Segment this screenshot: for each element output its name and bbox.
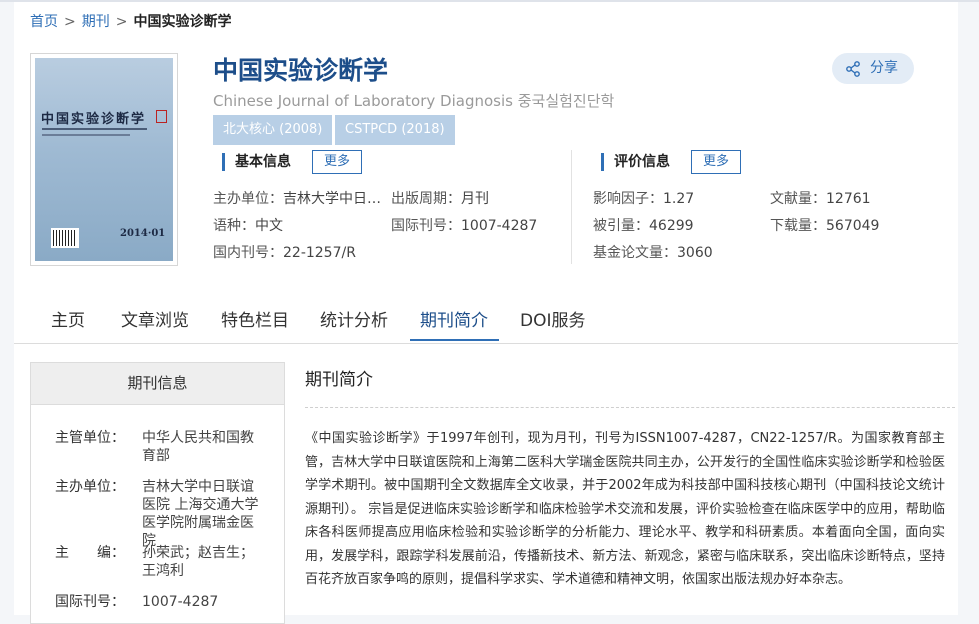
info-value: 吉林大学中日… xyxy=(283,191,381,207)
section-divider xyxy=(571,150,572,264)
info-language: 语种：中文 xyxy=(213,216,283,236)
section-bar xyxy=(222,153,225,171)
info-period: 出版周期：月刊 xyxy=(391,189,489,209)
info-value: 月刊 xyxy=(461,191,489,207)
share-icon xyxy=(846,61,860,77)
info-key: 主办单位： xyxy=(213,191,283,207)
info-value: 22-1257/R xyxy=(283,245,356,261)
badge-pku-core: 北大核心 (2008) xyxy=(213,115,333,145)
info-value: 12761 xyxy=(826,191,871,207)
cover-line xyxy=(42,134,130,136)
cover-stamp xyxy=(156,110,167,123)
cover-year: 2014·01 xyxy=(120,228,166,239)
info-citations: 被引量：46299 xyxy=(593,216,694,236)
intro-text: 《中国实验诊断学》于1997年创刊，现为月刊，刊号为ISSN1007-4287，… xyxy=(305,431,945,587)
basic-info-more-button[interactable]: 更多 xyxy=(312,150,362,174)
cover-line xyxy=(42,128,147,130)
info-doc-count: 文献量：12761 xyxy=(770,189,871,209)
active-tab-indicator xyxy=(410,339,499,341)
info-cn: 国内刊号：22-1257/R xyxy=(213,243,356,263)
info-key: 基金论文量： xyxy=(593,245,677,261)
info-key: 被引量： xyxy=(593,218,649,234)
info-funded-papers: 基金论文量：3060 xyxy=(593,243,713,263)
info-downloads: 下载量：567049 xyxy=(770,216,879,236)
tab-statistics[interactable]: 统计分析 xyxy=(320,309,388,333)
info-issn: 国际刊号：1007-4287 xyxy=(391,216,537,236)
breadcrumb-separator: > xyxy=(64,14,76,30)
info-key: 下载量： xyxy=(770,218,826,234)
page-container: 首页 > 期刊 > 中国实验诊断学 中国实验诊断学 2014·01 中国实验诊断学 Ch… xyxy=(14,2,958,624)
tab-featured[interactable]: 特色栏目 xyxy=(221,309,289,333)
info-value: 1007-4287 xyxy=(461,218,538,234)
journal-subtitle: Chinese Journal of Laboratory Diagnosis … xyxy=(213,92,615,110)
side-key: 主 编： xyxy=(55,545,125,561)
intro-divider xyxy=(305,407,955,408)
info-key: 语种： xyxy=(213,218,255,234)
basic-info-header: 基本信息 xyxy=(222,151,291,173)
info-value: 3060 xyxy=(677,245,713,261)
info-value: 中文 xyxy=(255,218,283,234)
tab-home[interactable]: 主页 xyxy=(51,309,85,333)
info-value: 567049 xyxy=(826,218,880,234)
journal-info-header: 期刊信息 xyxy=(31,363,284,405)
intro-heading: 期刊简介 xyxy=(305,370,373,390)
breadcrumb-current: 中国实验诊断学 xyxy=(133,14,232,30)
tab-bar: 主页 文章浏览 特色栏目 统计分析 期刊简介 DOI服务 xyxy=(14,303,958,344)
eval-info-title: 评价信息 xyxy=(614,154,670,170)
info-key: 影响因子： xyxy=(593,191,663,207)
side-key: 国际刊号： xyxy=(55,594,125,610)
tab-intro[interactable]: 期刊简介 xyxy=(420,309,488,333)
tab-doi[interactable]: DOI服务 xyxy=(520,309,586,333)
side-value: 中华人民共和国教育部 xyxy=(142,430,254,464)
breadcrumb-separator: > xyxy=(115,14,128,30)
info-key: 出版周期： xyxy=(391,191,461,207)
journal-info-panel: 期刊信息 主管单位： 中华人民共和国教育部 主办单位： 吉林大学中日联谊医院 上… xyxy=(30,362,285,624)
info-value: 1.27 xyxy=(663,191,695,207)
section-bar xyxy=(601,153,604,171)
info-key: 文献量： xyxy=(770,191,826,207)
cover-title: 中国实验诊断学 xyxy=(41,112,147,127)
barcode-icon xyxy=(51,228,79,248)
journal-title: 中国实验诊断学 xyxy=(213,56,389,85)
journal-cover: 中国实验诊断学 2014·01 xyxy=(30,53,178,266)
cover-image: 中国实验诊断学 2014·01 xyxy=(35,58,173,261)
info-impact-factor: 影响因子：1.27 xyxy=(593,189,694,209)
info-key: 国际刊号： xyxy=(391,218,461,234)
breadcrumb-journals-link[interactable]: 期刊 xyxy=(82,14,110,30)
side-key: 主办单位： xyxy=(55,479,125,495)
share-label: 分享 xyxy=(870,60,898,76)
side-value: 孙荣武；赵吉生；王鸿利 xyxy=(142,545,254,579)
basic-info-title: 基本信息 xyxy=(235,154,291,170)
info-sponsor: 主办单位：吉林大学中日… xyxy=(213,189,381,209)
side-value: 1007-4287 xyxy=(142,594,219,610)
tab-articles[interactable]: 文章浏览 xyxy=(121,309,189,333)
share-button[interactable]: 分享 xyxy=(832,53,914,84)
badge-cstpcd: CSTPCD (2018) xyxy=(335,115,455,145)
side-value: 吉林大学中日联谊医院 上海交通大学医学院附属瑞金医院 xyxy=(142,479,259,549)
eval-info-header: 评价信息 xyxy=(601,151,670,173)
side-key: 主管单位： xyxy=(55,430,125,446)
eval-info-more-button[interactable]: 更多 xyxy=(691,150,741,174)
breadcrumb: 首页 > 期刊 > 中国实验诊断学 xyxy=(30,12,231,32)
info-value: 46299 xyxy=(649,218,694,234)
info-key: 国内刊号： xyxy=(213,245,283,261)
breadcrumb-home-link[interactable]: 首页 xyxy=(30,14,58,30)
